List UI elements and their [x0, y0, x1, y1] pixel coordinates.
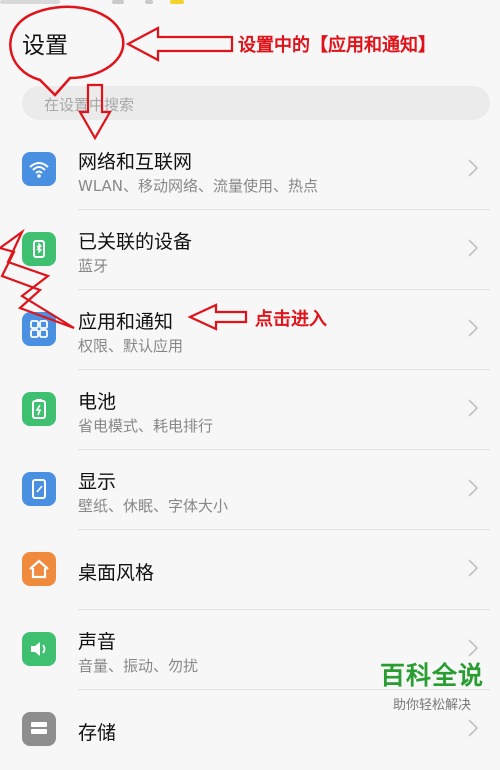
watermark-brand: 百科全说 [379, 661, 484, 690]
status-bar-segment [112, 0, 124, 4]
watermark: 百科全说 助你轻松解决 [370, 656, 494, 713]
settings-item-connected-devices[interactable]: 已关联的设备 蓝牙 [0, 210, 500, 290]
sound-icon [22, 632, 56, 666]
status-bar-segment [0, 0, 60, 4]
settings-item-subtitle: WLAN、移动网络、流量使用、热点 [78, 177, 319, 195]
settings-item-home-style[interactable]: 桌面风格 [0, 530, 500, 610]
settings-item-subtitle: 音量、振动、勿扰 [78, 657, 199, 675]
wifi-icon [22, 152, 56, 186]
chevron-right-icon [468, 559, 478, 577]
chevron-right-icon [468, 719, 478, 737]
status-bar-strip [0, 0, 500, 8]
settings-item-subtitle: 权限、默认应用 [78, 337, 184, 355]
settings-item-display[interactable]: 显示 壁纸、休眠、字体大小 [0, 450, 500, 530]
battery-icon [22, 392, 56, 426]
settings-item-title: 应用和通知 [78, 311, 174, 333]
home-icon [22, 552, 56, 586]
search-input[interactable]: 在设置中搜索 [22, 86, 490, 120]
storage-icon [22, 712, 56, 746]
settings-item-network[interactable]: 网络和互联网 WLAN、移动网络、流量使用、热点 [0, 130, 500, 210]
status-bar-segment [170, 0, 184, 4]
page-title: 设置 [22, 33, 68, 59]
display-icon [22, 472, 56, 506]
settings-item-title: 存储 [78, 722, 117, 744]
settings-item-title: 网络和互联网 [78, 151, 193, 173]
settings-item-apps-notifications[interactable]: 应用和通知 权限、默认应用 [0, 290, 500, 370]
settings-item-title: 已关联的设备 [78, 231, 193, 253]
status-bar-segment [145, 0, 153, 4]
search-placeholder: 在设置中搜索 [44, 96, 135, 114]
watermark-slogan: 助你轻松解决 [392, 698, 471, 713]
device-link-icon [22, 232, 56, 266]
settings-item-title: 声音 [78, 631, 117, 653]
settings-item-title: 电池 [78, 391, 117, 413]
chevron-right-icon [468, 399, 478, 417]
settings-item-battery[interactable]: 电池 省电模式、耗电排行 [0, 370, 500, 450]
chevron-right-icon [468, 159, 478, 177]
arrow-left-to-title [125, 26, 234, 62]
chevron-right-icon [468, 239, 478, 257]
settings-item-subtitle: 省电模式、耗电排行 [78, 417, 214, 435]
annotation-top-label: 设置中的【应用和通知】 [238, 35, 436, 56]
chevron-right-icon [468, 479, 478, 497]
annotation-click-label: 点击进入 [255, 309, 327, 330]
settings-item-title: 桌面风格 [78, 562, 155, 584]
settings-item-subtitle: 蓝牙 [78, 257, 109, 275]
settings-item-subtitle: 壁纸、休眠、字体大小 [78, 497, 229, 515]
settings-item-title: 显示 [78, 471, 117, 493]
chevron-right-icon [468, 319, 478, 337]
chevron-right-icon [468, 639, 478, 657]
apps-icon [22, 312, 56, 346]
